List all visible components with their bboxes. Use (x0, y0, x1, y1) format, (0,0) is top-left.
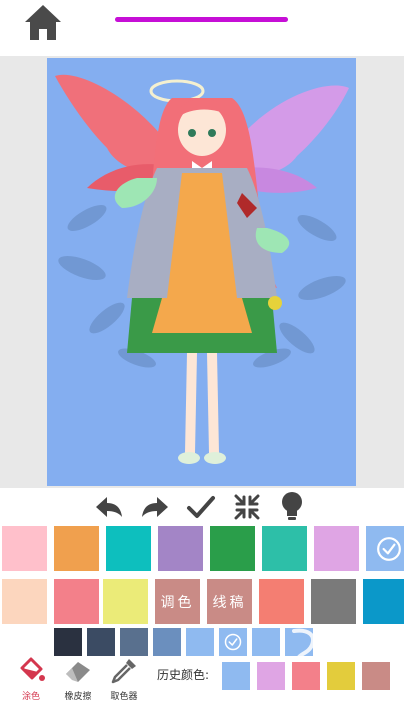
color-swatch[interactable] (210, 526, 255, 571)
fill-tool-button[interactable]: 涂色 (9, 656, 53, 702)
eraser-tool-label: 橡皮擦 (64, 692, 92, 702)
progress-fill (115, 17, 288, 22)
color-swatch[interactable] (158, 526, 203, 571)
history-colors-label: 历史颜色: (157, 668, 210, 682)
check-icon (187, 496, 215, 518)
color-swatch[interactable] (2, 526, 47, 571)
check-icon (224, 633, 242, 651)
color-swatch[interactable] (153, 628, 181, 656)
color-swatch[interactable] (2, 579, 47, 624)
history-color-swatch[interactable] (292, 662, 320, 690)
shrink-button[interactable] (230, 490, 264, 524)
eraser-tool-button[interactable]: 橡皮擦 (56, 656, 100, 702)
fill-tool-label: 涂色 (21, 692, 40, 702)
color-swatch[interactable] (366, 526, 404, 571)
history-color-swatch[interactable] (257, 662, 285, 690)
undo-icon (96, 497, 122, 517)
edit-toolbar (0, 488, 404, 524)
color-swatch[interactable] (311, 579, 356, 624)
paint-bucket-icon (20, 657, 45, 681)
color-swatch[interactable] (363, 579, 404, 624)
color-swatch[interactable] (314, 526, 359, 571)
home-button[interactable] (22, 2, 64, 42)
check-icon (376, 536, 401, 561)
color-swatch[interactable] (54, 526, 99, 571)
adjust-color-button[interactable]: 调色 (155, 579, 200, 624)
line-draft-button[interactable]: 线稿 (207, 579, 252, 624)
color-swatch[interactable] (262, 526, 307, 571)
redo-icon (142, 497, 168, 517)
hint-button[interactable] (275, 490, 309, 524)
eraser-icon (66, 662, 90, 682)
color-picker-label: 取色器 (110, 692, 138, 702)
artwork-illustration (55, 74, 349, 464)
color-swatch[interactable] (259, 579, 304, 624)
history-color-swatch[interactable] (222, 662, 250, 690)
canvas-area (0, 56, 404, 488)
top-bar (0, 0, 404, 56)
adjust-color-label: 调色 (160, 594, 195, 611)
color-swatch[interactable] (103, 579, 148, 624)
color-swatch[interactable] (120, 628, 148, 656)
history-color-swatch[interactable] (327, 662, 355, 690)
undo-button[interactable] (92, 490, 126, 524)
color-swatch[interactable] (252, 628, 280, 656)
confirm-button[interactable] (184, 490, 218, 524)
color-swatch[interactable] (54, 579, 99, 624)
history-color-swatch[interactable] (362, 662, 390, 690)
color-swatch[interactable] (186, 628, 214, 656)
lightbulb-icon (282, 492, 302, 520)
color-swatch[interactable] (106, 526, 151, 571)
home-icon (25, 5, 61, 40)
color-swatch[interactable] (87, 628, 115, 656)
progress-bar (115, 17, 288, 22)
artwork-canvas[interactable] (47, 58, 356, 486)
collapse-icon (234, 494, 260, 520)
redo-button[interactable] (138, 490, 172, 524)
line-draft-label: 线稿 (212, 594, 247, 611)
color-swatch[interactable] (54, 628, 82, 656)
color-swatch[interactable] (219, 628, 247, 656)
color-picker-button[interactable]: 取色器 (102, 656, 146, 702)
eyedropper-icon (111, 659, 136, 684)
